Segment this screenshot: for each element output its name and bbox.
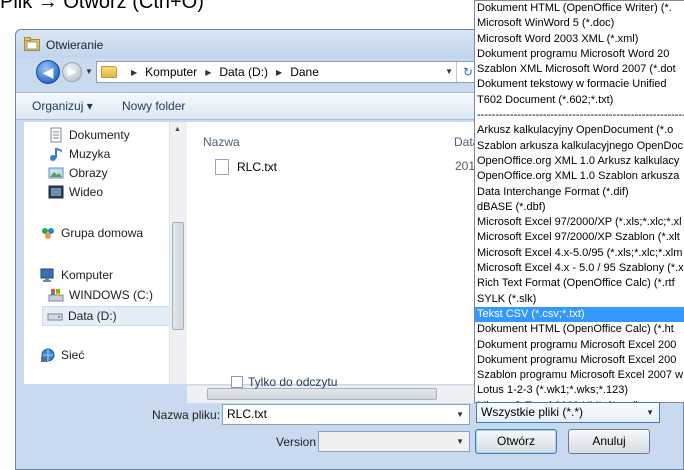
nav-item-label: Wideo [69,185,104,199]
checkbox-box[interactable] [231,376,243,388]
file-list: Nazwa Data RLC.txt 2012 [187,122,482,384]
organize-button[interactable]: Organizuj ▾ [32,99,93,113]
file-type-option[interactable]: ----------------------------------------… [475,108,684,123]
file-type-option[interactable]: Arkusz kalkulacyjny OpenDocument (*.o [475,123,684,138]
file-row[interactable]: RLC.txt [215,159,277,175]
new-folder-button[interactable]: Nowy folder [122,99,185,113]
folder-icon [101,66,117,78]
file-type-option[interactable]: Microsoft Excel 4.x - 5.0 / 95 Szablony … [475,261,684,276]
nav-item-label: WINDOWS (C:) [69,288,153,302]
nav-item-pictures[interactable]: Obrazy [48,164,108,182]
caption-heading: Plik → Otwórz (Ctrl+O) [0,0,204,13]
breadcrumb-dane[interactable]: Dane [290,65,319,79]
file-type-option[interactable]: Lotus 1-2-3 (*.wk1;*.wks;*.123) [475,383,684,398]
nav-item-computer[interactable]: Komputer [40,266,113,284]
file-type-filter-select[interactable]: Wszystkie pliki (*.*) ▼ [476,402,660,423]
file-type-option[interactable]: Szablon XML Microsoft Word 2007 (*.dot [475,62,684,77]
file-type-option[interactable]: Microsoft Excel 97/2000/XP Szablon (*.xl… [475,230,684,245]
computer-icon [40,268,54,282]
back-button[interactable]: ◀ [36,60,60,84]
nav-item-windows-c[interactable]: WINDOWS (C:) [48,286,153,304]
file-type-option[interactable]: Microsoft WinWord 5 (*.doc) [475,16,684,31]
navigation-pane: Dokumenty Muzyka Obrazy Wideo Grupa domo… [24,122,185,384]
chevron-down-icon[interactable]: ▼ [456,405,464,424]
file-type-option[interactable]: Microsoft Excel 97/2000/XP (*.xls;*.xlc;… [475,215,684,230]
nav-item-label: Komputer [61,268,114,282]
file-type-dropdown-list[interactable]: Dokument HTML (OpenOffice Writer) (*. Mic… [474,0,684,403]
breadcrumb-data-drive[interactable]: Data (D:) [219,65,268,79]
scrollbar-thumb[interactable] [207,388,437,400]
navigation-pane-scrollbar[interactable]: ▲ [169,122,187,384]
nav-item-label: Sieć [61,348,85,362]
cancel-button[interactable]: Anuluj [568,429,650,454]
file-type-option[interactable]: OpenOffice.org XML 1.0 Szablon arkusza [475,169,684,184]
file-type-option[interactable]: T602 Document (*.602;*.txt) [475,93,684,108]
network-icon [41,348,55,362]
file-type-option[interactable]: Dokument HTML (OpenOffice Writer) (*. [475,1,684,16]
homegroup-icon [42,228,54,239]
pictures-icon [48,167,64,179]
file-type-option[interactable]: Szablon arkusza kalkulacyjnego OpenDoc [475,139,684,154]
chevron-down-icon[interactable]: ▼ [646,403,654,422]
nav-item-label: Grupa domowa [61,226,144,240]
file-type-option[interactable]: Microsoft Excel 4.x-5.0/95 (*.xls;*.xlc;… [475,246,684,261]
file-type-option[interactable]: SYLK (*.slk) [475,292,684,307]
version-label: Version [276,435,317,449]
nav-item-label: Dokumenty [69,128,130,142]
scrollbar-thumb[interactable] [172,222,184,330]
readonly-checkbox[interactable]: Tylko do odczytu [231,375,337,389]
file-name: RLC.txt [237,160,278,174]
address-bar[interactable]: ▶ Komputer ▶ Data (D:) ▶ Dane ▼ ↻ [96,61,480,83]
nav-item-network[interactable]: Sieć [40,346,84,364]
chevron-right-icon[interactable]: ▶ [276,68,282,77]
recent-pages-dropdown-icon[interactable]: ▼ [85,67,93,76]
file-type-option[interactable]: dBASE (*.dbf) [475,200,684,215]
scroll-up-icon[interactable]: ▲ [174,126,181,133]
file-type-option[interactable]: Rich Text Format (OpenOffice Calc) (*.rt… [475,276,684,291]
file-type-option[interactable]: Szablon programu Microsoft Excel 2007 w [475,368,684,383]
chevron-right-icon[interactable]: ▶ [131,68,137,77]
open-button[interactable]: Otwórz [475,429,557,454]
nav-item-homegroup[interactable]: Grupa domowa [40,224,143,242]
nav-item-documents[interactable]: Dokumenty [48,126,130,144]
filename-value: RLC.txt [227,407,268,421]
file-type-option[interactable]: Data Interchange Format (*.dif) [475,185,684,200]
music-icon [50,148,62,161]
column-header-name[interactable]: Nazwa [203,135,240,149]
file-type-option[interactable]: Dokument programu Microsoft Excel 200 [475,353,684,368]
file-type-option[interactable]: OpenOffice.org XML 1.0 Arkusz kalkulacy [475,154,684,169]
address-dropdown-icon[interactable]: ▼ [445,67,453,76]
filename-input[interactable]: RLC.txt ▼ [222,404,470,425]
file-type-option[interactable]: Microsoft Word 2003 XML (*.xml) [475,32,684,47]
documents-icon [50,127,62,143]
forward-button[interactable]: ▶ [62,62,82,82]
window-title: Otwieranie [46,38,104,52]
file-type-option[interactable]: Dokument programu Microsoft Word 20 [475,47,684,62]
nav-item-data-d[interactable]: Data (D:) [42,306,180,326]
file-type-filter-value: Wszystkie pliki (*.*) [481,405,584,419]
breadcrumb-computer[interactable]: Komputer [145,65,197,79]
file-type-option[interactable]: Tekst CSV (*.csv;*.txt) [475,306,684,323]
chevron-down-icon[interactable]: ▼ [456,432,464,451]
readonly-label: Tylko do odczytu [248,375,338,389]
drive-icon [48,289,64,302]
drive-icon [47,313,63,321]
file-type-option[interactable]: Dokument programu Microsoft Excel 200 [475,338,684,353]
folder-window-icon [24,37,40,51]
nav-item-videos[interactable]: Wideo [48,183,103,201]
nav-item-music[interactable]: Muzyka [48,145,110,163]
file-type-option[interactable]: Dokument HTML (OpenOffice Calc) (*.ht [475,322,684,337]
text-file-icon [215,159,229,175]
nav-item-label: Muzyka [69,147,111,161]
videos-icon [48,185,64,199]
chevron-right-icon[interactable]: ▶ [205,68,211,77]
file-type-option[interactable]: Dokument tekstowy w formacie Unified [475,77,684,92]
nav-item-label: Obrazy [69,166,108,180]
nav-item-label: Data (D:) [68,309,117,323]
version-select[interactable]: ▼ [318,431,470,452]
filename-label: Nazwa pliku: [152,408,221,422]
